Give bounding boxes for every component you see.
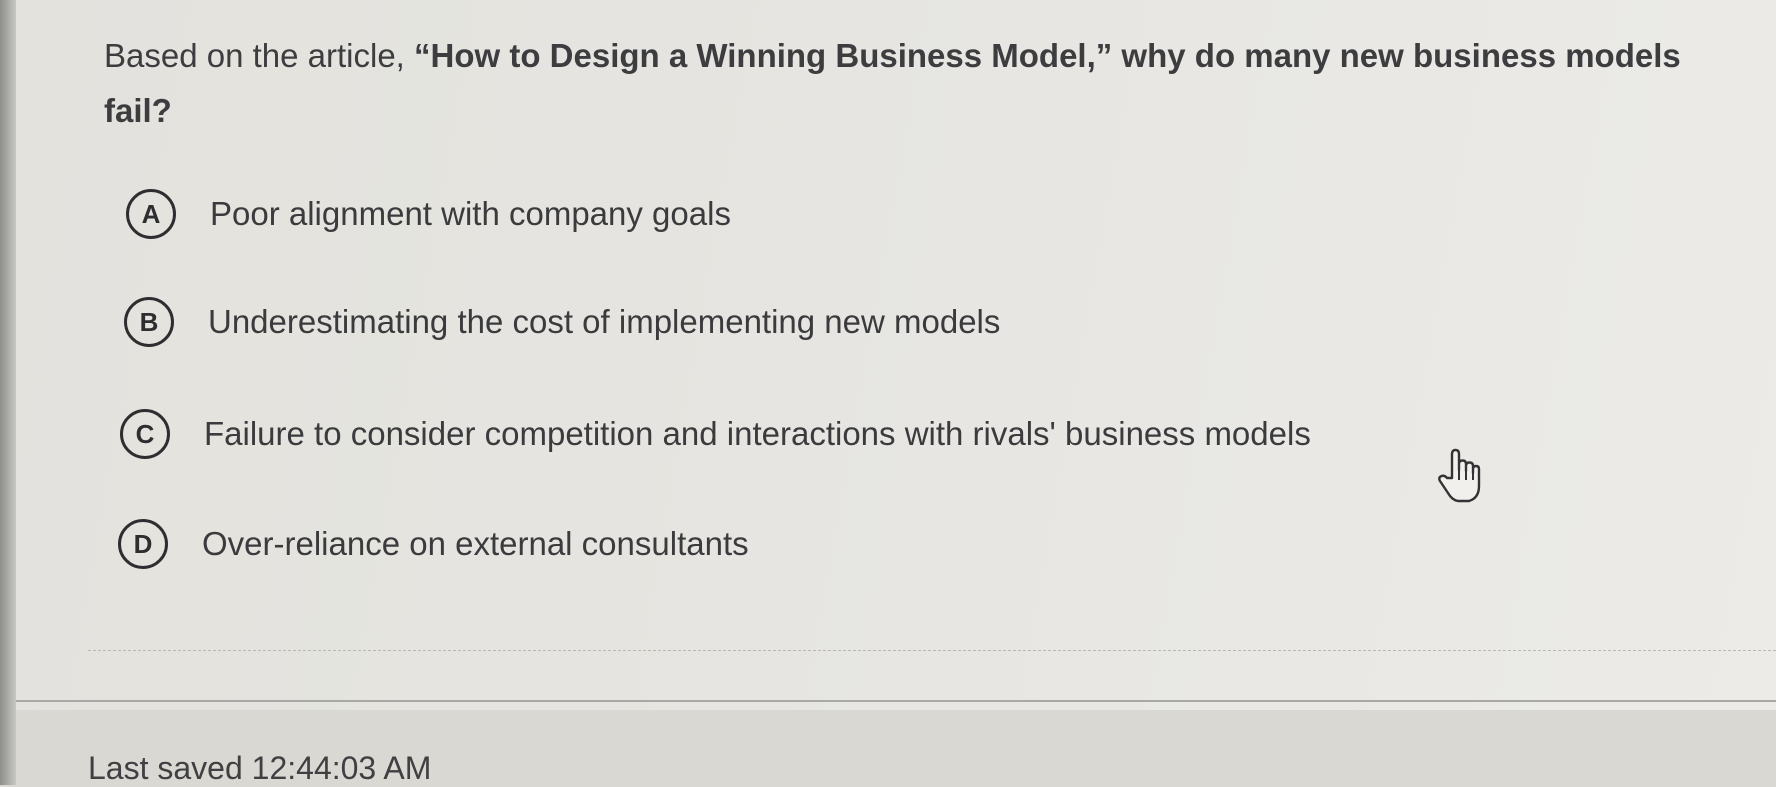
option-d-label: Over-reliance on external consultants (202, 525, 749, 562)
option-a-radio[interactable]: A (126, 189, 176, 239)
option-b-radio[interactable]: B (124, 297, 174, 347)
option-b[interactable]: B Underestimating the cost of implementi… (124, 294, 1000, 350)
option-d-radio[interactable]: D (118, 519, 168, 569)
option-c-radio[interactable]: C (120, 409, 170, 459)
question-prefix: Based on the article, (104, 37, 415, 74)
option-d[interactable]: D Over-reliance on external consultants (118, 516, 749, 572)
option-c-label: Failure to consider competition and inte… (204, 415, 1311, 452)
option-b-label: Underestimating the cost of implementing… (208, 303, 1001, 340)
hand-pointer-icon (1438, 448, 1481, 503)
option-a-label: Poor alignment with company goals (210, 195, 731, 232)
window-edge (0, 0, 16, 785)
footer-divider (16, 700, 1776, 702)
option-a[interactable]: A Poor alignment with company goals (126, 186, 731, 242)
last-saved-status: Last saved 12:44:03 AM (88, 750, 432, 786)
question-text: Based on the article, “How to Design a W… (104, 28, 1724, 138)
dashed-separator (88, 650, 1776, 651)
option-c[interactable]: C Failure to consider competition and in… (120, 406, 1311, 462)
